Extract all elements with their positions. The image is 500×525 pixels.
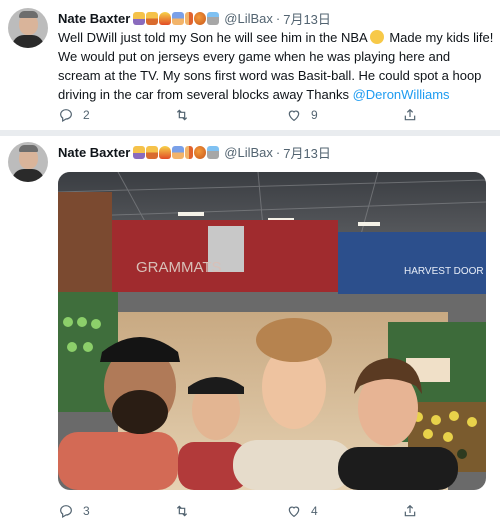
avatar-hair — [19, 145, 38, 152]
deaf-person-emoji — [172, 11, 185, 25]
author-name[interactable]: Nate Baxter — [58, 145, 130, 160]
runner-emoji — [185, 11, 194, 25]
reply-button[interactable]: 2 — [58, 105, 90, 125]
name-emojis — [132, 11, 220, 25]
separator-dot: · — [275, 144, 281, 160]
heart-icon — [288, 506, 300, 518]
tweet-text: Well DWill just told my Son he will see … — [58, 28, 494, 104]
tweet-text-part1: Well DWill just told my Son he will see … — [58, 30, 368, 45]
selfie-photo: GRAMMATS HARVEST DOOR — [58, 172, 486, 490]
cityscape-emoji — [207, 145, 220, 159]
tweet-photo[interactable]: GRAMMATS HARVEST DOOR — [58, 172, 486, 490]
avatar-shirt — [12, 35, 44, 48]
share-icon — [404, 108, 416, 121]
heart-icon — [288, 110, 300, 122]
reply-button[interactable]: 3 — [58, 501, 90, 521]
family-emoji — [133, 11, 146, 25]
tweet-actions: 3 4 — [58, 501, 438, 521]
reply-icon — [60, 109, 72, 123]
share-button[interactable] — [402, 105, 418, 125]
tweet-actions: 2 9 — [58, 105, 438, 125]
fire-emoji — [159, 11, 172, 25]
relieved-face-emoji — [369, 30, 384, 44]
avatar[interactable] — [8, 142, 48, 182]
retweet-icon — [176, 109, 188, 121]
couple-emoji — [146, 11, 159, 25]
basketball-emoji — [194, 145, 207, 159]
avatar-hair — [19, 11, 38, 18]
aisle-sign: HARVEST DOOR — [404, 266, 484, 277]
tweet-card[interactable]: Nate Baxter @LilBax · 7月13日 Well DWill j… — [0, 0, 500, 130]
like-count: 9 — [311, 108, 318, 122]
mention-link[interactable]: @DeronWilliams — [353, 87, 450, 102]
like-count: 4 — [311, 504, 318, 518]
tweet-date[interactable]: 7月13日 — [283, 143, 331, 162]
reply-count: 3 — [83, 504, 90, 518]
runner-emoji — [185, 145, 194, 159]
retweet-icon — [176, 505, 188, 517]
tweet-header: Nate Baxter @LilBax · 7月13日 — [58, 8, 331, 28]
tweet-date[interactable]: 7月13日 — [283, 9, 331, 28]
deaf-person-emoji — [172, 145, 185, 159]
cityscape-emoji — [207, 11, 220, 25]
family-emoji — [133, 145, 146, 159]
author-handle[interactable]: @LilBax — [224, 145, 273, 160]
like-button[interactable]: 4 — [286, 501, 318, 521]
avatar-shirt — [12, 169, 44, 182]
tweet-header: Nate Baxter @LilBax · 7月13日 — [58, 142, 331, 162]
separator-dot: · — [275, 10, 281, 26]
author-handle[interactable]: @LilBax — [224, 11, 273, 26]
name-emojis — [132, 145, 220, 159]
retweet-button[interactable] — [174, 501, 199, 521]
tweet-card[interactable]: Nate Baxter @LilBax · 7月13日 GRAMMATS HAR… — [0, 136, 500, 525]
fire-emoji — [159, 145, 172, 159]
retweet-button[interactable] — [174, 105, 199, 125]
couple-emoji — [146, 145, 159, 159]
share-button[interactable] — [402, 501, 418, 521]
basketball-emoji — [194, 11, 207, 25]
share-icon — [404, 504, 416, 517]
reply-count: 2 — [83, 108, 90, 122]
reply-icon — [60, 505, 72, 519]
author-name[interactable]: Nate Baxter — [58, 11, 130, 26]
like-button[interactable]: 9 — [286, 105, 318, 125]
avatar[interactable] — [8, 8, 48, 48]
store-sign: GRAMMATS — [136, 259, 222, 276]
